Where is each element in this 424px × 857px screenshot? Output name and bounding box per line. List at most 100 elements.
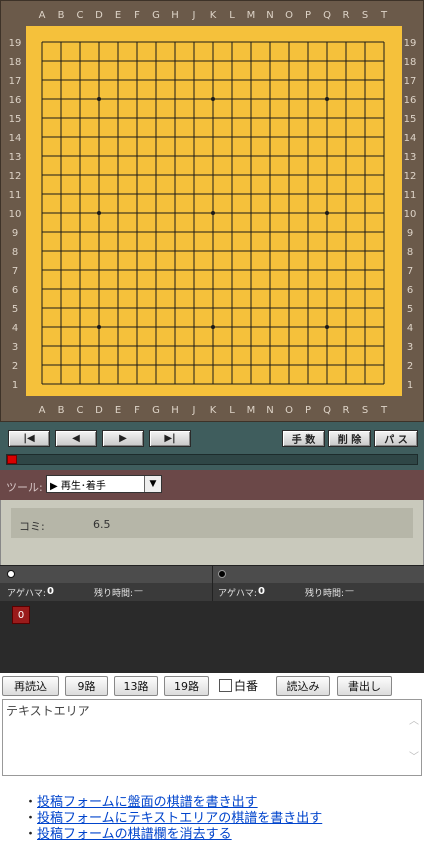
komi-box: コミ: 6.5 (11, 508, 413, 538)
column-label: B (58, 405, 65, 416)
komi-panel: コミ: 6.5 (0, 500, 424, 565)
row-label: 6 (407, 285, 413, 296)
size-19-button[interactable]: 19路 (164, 676, 209, 696)
move-count-button[interactable]: 手 数 (282, 430, 325, 447)
go-board[interactable]: AABBCCDDEEFFGGHHJJKKLLMMNNOOPPQQRRSSTT19… (1, 1, 424, 423)
star-point (211, 97, 215, 101)
white-turn-label: 白番 (234, 679, 259, 693)
column-label: A (39, 10, 46, 21)
row-label: 13 (9, 152, 22, 163)
go-board-app: A A B B C C D D E E F F G G H H J J K K L L M M N N O O P P Q Q R R S S T T 19… (0, 0, 424, 857)
column-label: O (285, 405, 293, 416)
white-captures: 0 (47, 586, 54, 597)
column-label: N (266, 405, 273, 416)
row-label: 9 (12, 228, 18, 239)
move-slider[interactable] (6, 454, 418, 465)
write-textarea-link[interactable]: 投稿フォームにテキストエリアの棋譜を書き出す (37, 811, 322, 826)
column-label: T (380, 10, 388, 21)
column-label: R (343, 10, 350, 21)
load-button[interactable]: 読込み (276, 676, 330, 696)
row-label: 11 (9, 190, 22, 201)
star-point (97, 97, 101, 101)
column-label: K (210, 10, 217, 21)
clear-kifu-link[interactable]: 投稿フォームの棋譜欄を消去する (37, 827, 232, 842)
pass-button[interactable]: パ ス (374, 430, 418, 447)
column-label: Q (323, 405, 331, 416)
moves-panel (0, 601, 424, 673)
column-label: J (192, 405, 196, 416)
row-label: 3 (12, 342, 18, 353)
chevron-down-icon[interactable]: ▼ (144, 476, 161, 492)
row-label: 18 (9, 57, 22, 68)
star-point (325, 211, 329, 215)
column-label: H (171, 405, 179, 416)
column-label: L (229, 405, 235, 416)
size-9-button[interactable]: 9路 (65, 676, 108, 696)
row-label: 12 (9, 171, 22, 182)
column-label: C (77, 405, 84, 416)
move-slider-handle[interactable] (7, 455, 17, 464)
row-label: 5 (12, 304, 18, 315)
column-label: J (192, 10, 196, 21)
scroll-down-icon[interactable]: ﹀ (409, 748, 419, 763)
kifu-textarea[interactable]: テキストエリア ︿ ﹀ (2, 699, 422, 776)
prev-move-button[interactable]: ◀ (55, 430, 97, 447)
star-point (97, 211, 101, 215)
row-label: 14 (404, 133, 417, 144)
column-label: L (229, 10, 235, 21)
star-point (325, 325, 329, 329)
white-captures-label: アゲハマ: (7, 589, 46, 599)
row-label: 5 (407, 304, 413, 315)
next-icon: ▶ (119, 433, 127, 444)
black-time-label: 残り時間: (305, 589, 345, 599)
scroll-up-icon[interactable]: ︿ (409, 712, 419, 727)
tools-row: 再読込 9路 13路 19路 読込み 書出し (0, 674, 424, 698)
row-label: 3 (407, 342, 413, 353)
tool-bar: ツール: ▶ 再生･着手 ▼ (0, 470, 424, 500)
export-button[interactable]: 書出し (337, 676, 392, 696)
prev-icon: ◀ (72, 433, 80, 444)
last-icon: ▶| (164, 433, 176, 444)
column-label: R (343, 405, 350, 416)
white-time-label: 残り時間: (94, 589, 134, 599)
row-label: 13 (404, 152, 417, 163)
white-turn-checkbox[interactable] (219, 679, 232, 692)
row-label: 19 (9, 38, 22, 49)
row-label: 12 (404, 171, 417, 182)
row-label: 17 (9, 76, 22, 87)
column-label: G (152, 405, 160, 416)
last-move-button[interactable]: ▶| (149, 430, 191, 447)
delete-button[interactable]: 削 除 (328, 430, 371, 447)
board-frame: A A B B C C D D E E F F G G H H J J K K L L M M N N O O P P Q Q R R S S T T 19… (0, 0, 424, 422)
size-13-button[interactable]: 13路 (114, 676, 158, 696)
row-label: 9 (407, 228, 413, 239)
white-stone-icon (7, 570, 15, 578)
link-item: ・投稿フォームに盤面の棋譜を書き出す (24, 795, 258, 810)
column-label: N (266, 10, 273, 21)
row-label: 4 (407, 323, 413, 334)
column-label: A (39, 405, 46, 416)
komi-label: コミ: (19, 520, 45, 533)
row-label: 7 (12, 266, 18, 277)
column-label: S (362, 405, 368, 416)
first-move-button[interactable]: |◀ (8, 430, 50, 447)
column-label: M (247, 405, 256, 416)
row-label: 14 (9, 133, 22, 144)
textarea-content: テキストエリア (6, 704, 90, 718)
star-point (211, 211, 215, 215)
players-divider (212, 565, 213, 601)
column-label: D (95, 405, 103, 416)
column-label: P (305, 10, 311, 21)
column-label: E (115, 405, 121, 416)
komi-value: 6.5 (93, 518, 111, 531)
row-label: 10 (9, 209, 22, 220)
column-label: B (58, 10, 65, 21)
first-icon: |◀ (23, 433, 35, 444)
next-move-button[interactable]: ▶ (102, 430, 144, 447)
row-label: 6 (12, 285, 18, 296)
write-board-link[interactable]: 投稿フォームに盤面の棋譜を書き出す (37, 795, 258, 810)
star-point (97, 325, 101, 329)
move-number-badge[interactable]: 0 (12, 606, 30, 624)
tool-select[interactable]: ▶ 再生･着手 ▼ (46, 475, 162, 493)
reload-button[interactable]: 再読込 (2, 676, 59, 696)
